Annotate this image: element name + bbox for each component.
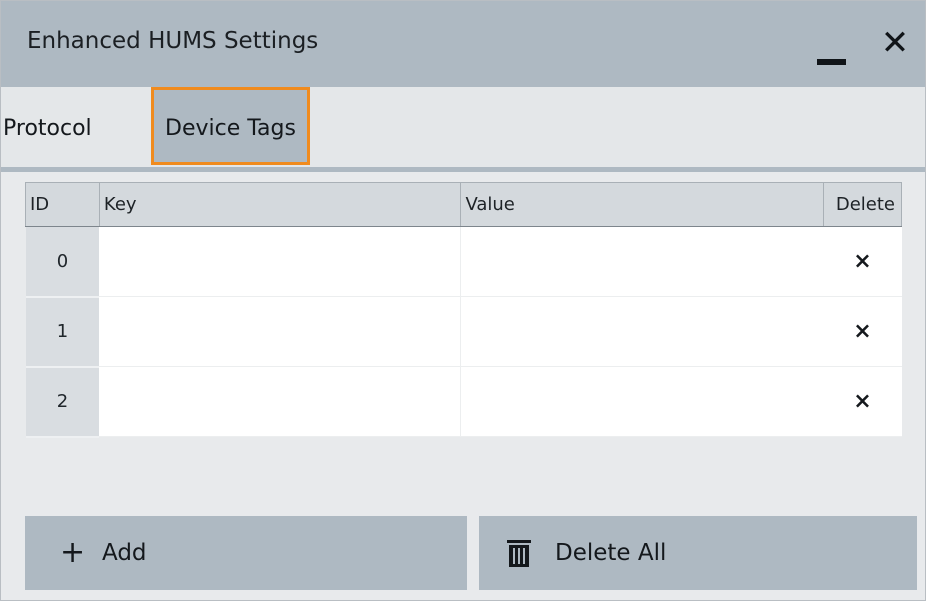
title-bar: Enhanced HUMS Settings ✕ (1, 1, 925, 87)
row-id-cell: 0 (25, 226, 100, 298)
column-header-delete: Delete (822, 182, 903, 227)
delete-all-label: Delete All (555, 540, 667, 566)
delete-row-icon[interactable]: × (823, 296, 902, 367)
add-button[interactable]: + Add (25, 516, 467, 590)
tab-bar: Protocol Device Tags (1, 87, 925, 167)
trash-icon (507, 540, 531, 567)
window-title: Enhanced HUMS Settings (27, 28, 319, 54)
row-id-cell: 1 (25, 296, 100, 368)
key-input-cell[interactable] (99, 296, 462, 367)
value-input-cell[interactable] (460, 296, 824, 367)
device-tags-table-panel: ID Key Value Delete 0 × 1 × 2 × (25, 182, 903, 492)
key-input-cell[interactable] (99, 366, 462, 437)
delete-row-icon[interactable]: × (823, 366, 902, 437)
table-row: 0 × (25, 226, 902, 298)
column-header-key: Key (98, 182, 462, 227)
table-row: 2 × (25, 366, 902, 438)
close-icon[interactable]: ✕ (875, 21, 915, 65)
value-input-cell[interactable] (460, 366, 824, 437)
settings-window: Enhanced HUMS Settings ✕ Protocol Device… (0, 0, 926, 601)
add-button-label: Add (102, 540, 147, 566)
plus-icon: + (60, 535, 86, 570)
table-header-row: ID Key Value Delete (25, 182, 903, 227)
delete-row-icon[interactable]: × (823, 226, 902, 297)
table-row: 1 × (25, 296, 902, 368)
column-header-id: ID (25, 182, 100, 227)
minimize-icon[interactable] (813, 29, 849, 65)
delete-all-button[interactable]: Delete All (479, 516, 917, 590)
value-input-cell[interactable] (460, 226, 824, 297)
device-tags-table: ID Key Value Delete 0 × 1 × 2 × (25, 182, 903, 438)
tab-protocol[interactable]: Protocol (1, 87, 149, 165)
column-header-value: Value (460, 182, 824, 227)
key-input-cell[interactable] (99, 226, 462, 297)
tab-underline (1, 167, 925, 172)
row-id-cell: 2 (25, 366, 100, 438)
tab-device-tags[interactable]: Device Tags (151, 87, 310, 165)
